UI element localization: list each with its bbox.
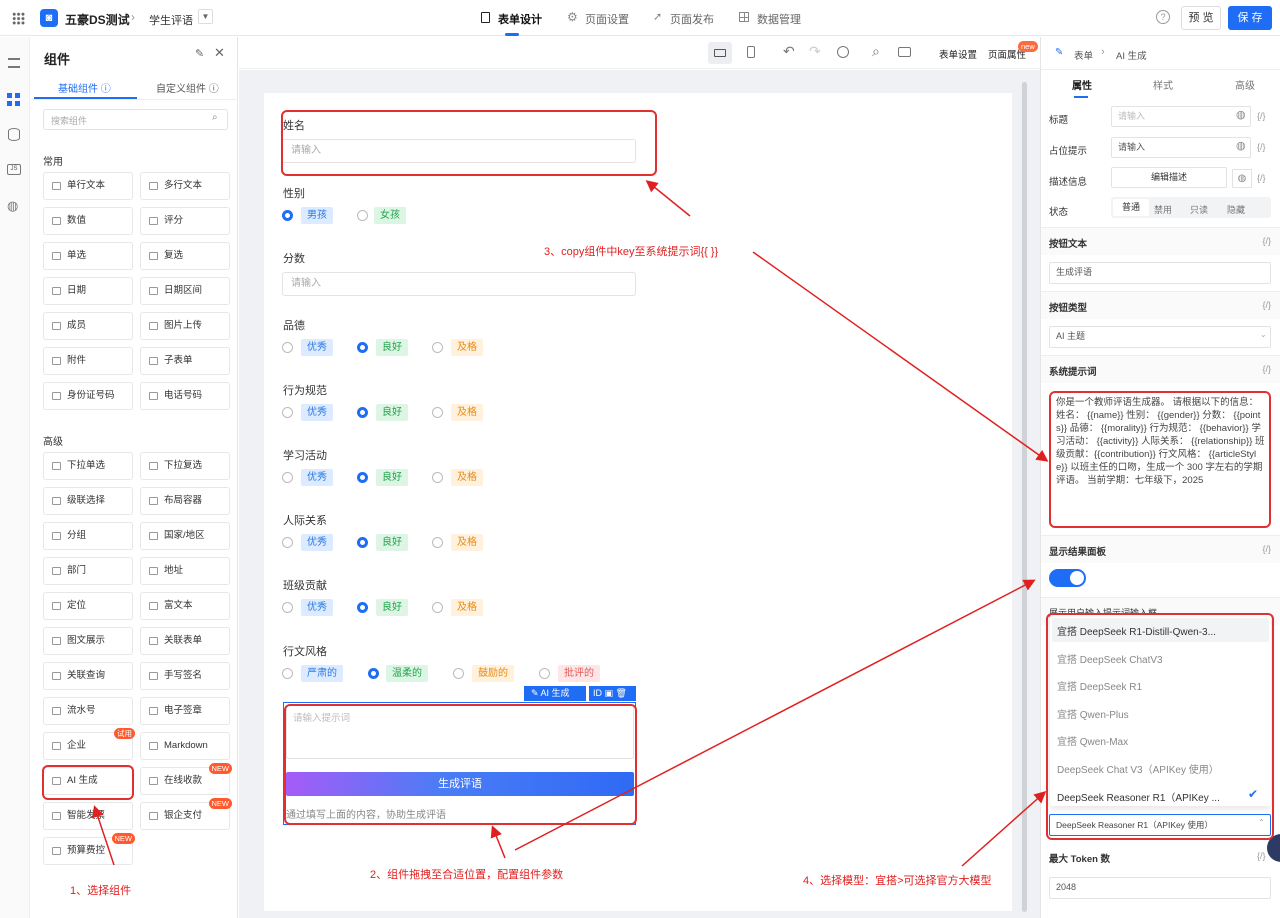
annotation-step4: 4、选择模型：宜搭>可选择官方大模型 — [803, 875, 992, 887]
arrow-step2-to-model — [514, 579, 1036, 851]
annotation-step1: 1、选择组件 — [70, 885, 132, 897]
annotation-step2: 2、组件拖拽至合适位置，配置组件参数 — [370, 869, 564, 881]
annotation-step3: 3、copy组件中key至系统提示词{{ }} — [544, 246, 719, 258]
arrow-step3-right — [752, 251, 1049, 462]
arrow-step1 — [92, 805, 115, 866]
arrow-step3-up — [645, 180, 691, 217]
annotation-arrows — [92, 180, 1049, 867]
arrow-step2 — [490, 825, 506, 859]
arrow-step4 — [961, 791, 1047, 867]
